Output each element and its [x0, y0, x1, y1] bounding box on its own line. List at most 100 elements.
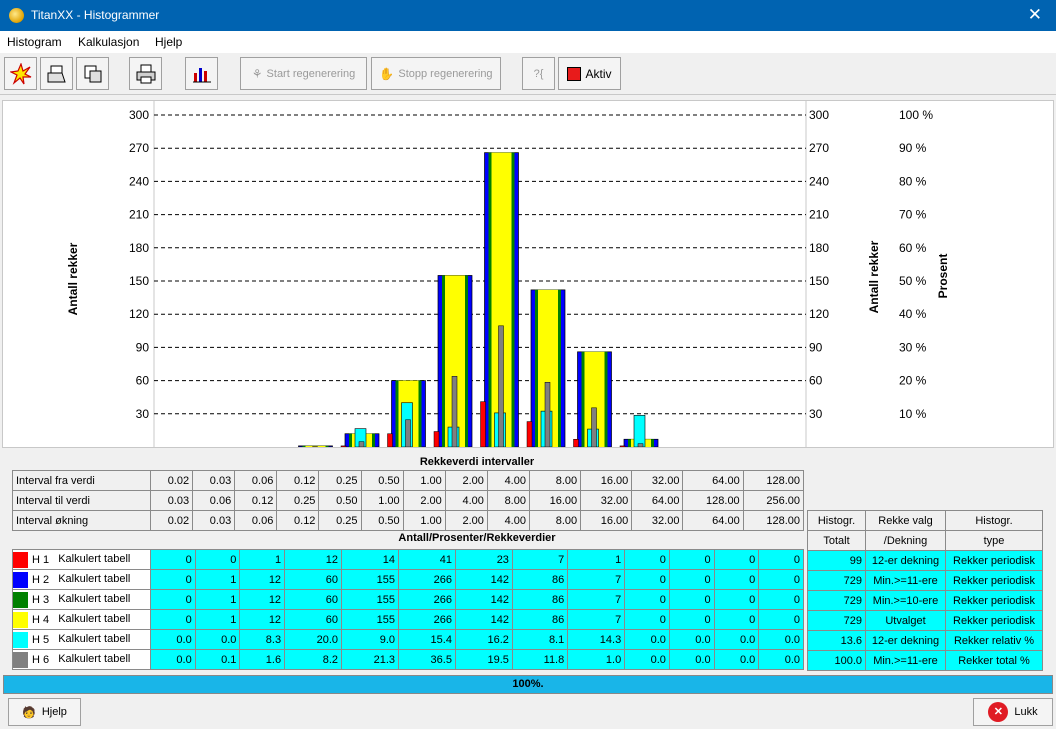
percent-tick-label: 40 %	[899, 307, 927, 321]
data-cell: 0	[668, 569, 715, 590]
data-cell: 19.5	[454, 649, 513, 670]
summary-row[interactable]: 729 Min.>=10-ere Rekker periodisk	[807, 590, 1043, 611]
series-color-swatch	[13, 591, 28, 608]
row-id: H 6	[32, 653, 50, 666]
interval-cell: 2.00	[402, 490, 446, 511]
type-cell: Rekker periodisk	[945, 590, 1043, 611]
menu-hjelp[interactable]: Hjelp	[155, 35, 182, 49]
interval-cell: 16.00	[580, 510, 633, 531]
interval-cell: 0.03	[149, 490, 194, 511]
y-axis-label-right: Antall rekker	[867, 240, 881, 313]
data-cell: 0	[713, 569, 760, 590]
y-tick-label-right: 30	[809, 407, 823, 421]
menu-histogram[interactable]: Histogram	[7, 35, 62, 49]
data-cell: 1	[194, 589, 241, 610]
interval-cell: 128.00	[742, 510, 805, 531]
table-row[interactable]: H 3 Kalkulert tabell 0 1 12 60 155 266 142 86 7 0 0…	[12, 589, 804, 610]
table-row[interactable]: H 2 Kalkulert tabell 0 1 12 60 155 266 142 86 7 0 0…	[12, 569, 804, 590]
data-cell: 0	[194, 549, 241, 570]
data-cell: 86	[511, 569, 569, 590]
interval-cell: 1.00	[402, 470, 446, 491]
data-cell: 7	[567, 589, 626, 610]
bar-h6-0.25-0.50	[451, 376, 458, 448]
percent-tick-label: 60 %	[899, 241, 927, 255]
data-cell: 12	[239, 609, 286, 630]
close-button[interactable]: ✕ Lukk	[973, 698, 1053, 726]
interval-cell: 1.00	[402, 510, 446, 531]
help-person-icon: 🧑	[22, 706, 36, 719]
summary-row[interactable]: 13.6 12-er dekning Rekker relativ %	[807, 630, 1043, 651]
y-tick-label-left: 270	[129, 141, 149, 155]
menu-kalkulasjon[interactable]: Kalkulasjon	[78, 35, 139, 49]
row-id: H 3	[32, 593, 50, 606]
type-header: type	[945, 530, 1043, 551]
interval-cell: 32.00	[631, 470, 684, 491]
data-cell: 8.1	[511, 629, 569, 650]
data-cell: 0	[624, 589, 670, 610]
interval-cell: 0.25	[318, 470, 362, 491]
bar-h6-4.00-8.00	[637, 443, 644, 448]
data-cell: 155	[341, 589, 399, 610]
start-regenerering-button[interactable]: ⚘ Start regenerering	[240, 57, 367, 90]
interval-row: Interval økning 0.02 0.03 0.06 0.12 0.25 0.50 1…	[12, 510, 805, 531]
row-name: Kalkulert tabell	[58, 573, 131, 586]
table-row[interactable]: H 5 Kalkulert tabell 0.0 0.0 8.3 20.0 9.0 15.4…	[12, 629, 804, 650]
bar-h6-0.06-0.12	[358, 441, 365, 448]
data-cell: 1	[194, 569, 241, 590]
interval-cell: 8.00	[528, 470, 582, 491]
interval-cell: 1.00	[360, 490, 404, 511]
close-icon[interactable]: ✕	[1028, 5, 1042, 25]
data-cell: 0	[624, 609, 670, 630]
bar-h6-0.50-1.00	[498, 325, 504, 448]
y-axis-label-left: Antall rekker	[66, 242, 80, 315]
data-cell: 0	[150, 589, 196, 610]
interval-row: Interval fra verdi 0.02 0.03 0.06 0.12 0.25 0.…	[12, 470, 805, 491]
new-histogram-button[interactable]	[4, 57, 37, 90]
interval-cell: 8.00	[486, 490, 530, 511]
bar-h1-0.25-0.50	[433, 431, 440, 448]
hand-icon: ✋	[379, 66, 395, 81]
total-cell: 729	[807, 610, 866, 631]
table-row[interactable]: H 1 Kalkulert tabell 0 0 1 12 14 41 23 7 1 0 0 0 0	[12, 549, 804, 570]
title-bar: TitanXX - Histogrammer ✕	[0, 0, 1056, 31]
interval-cell: 256.00	[742, 490, 805, 511]
help-button[interactable]: 🧑 Hjelp	[8, 698, 81, 726]
stopp-regenerering-button[interactable]: ✋ Stopp regenerering	[371, 57, 501, 90]
y-tick-label-left: 90	[136, 340, 150, 354]
chart-panel: 30 30 10 % 60 60 20 % 90 90 30 % 120 120 40 % 150 150…	[2, 100, 1054, 448]
print-button[interactable]	[129, 57, 162, 90]
y-tick-label-right: 150	[809, 274, 829, 288]
summary-row[interactable]: 100.0 Min.>=11-ere Rekker total %	[807, 650, 1043, 671]
data-cell: 0	[713, 589, 760, 610]
aktiv-label: Aktiv	[585, 66, 612, 81]
data-cell: 1.0	[567, 649, 626, 670]
table-row[interactable]: H 6 Kalkulert tabell 0.0 0.1 1.6 8.2 21.3 36.5…	[12, 649, 804, 670]
interval-cell: 8.00	[528, 510, 582, 531]
data-cell: 142	[454, 609, 513, 630]
y-tick-label-right: 240	[809, 174, 829, 188]
summary-row[interactable]: 729 Utvalget Rekker periodisk	[807, 610, 1043, 631]
y-tick-label-left: 30	[136, 407, 150, 421]
dekning-header: /Dekning	[865, 530, 946, 551]
interval-cell: 0.03	[192, 510, 236, 531]
aktiv-button[interactable]: Aktiv	[558, 57, 621, 90]
table-row[interactable]: H 4 Kalkulert tabell 0 1 12 60 155 266 142 86 7 0 0…	[12, 609, 804, 630]
chart-button[interactable]	[185, 57, 218, 90]
window-title: TitanXX - Histogrammer	[31, 8, 160, 22]
data-cell: 14.3	[567, 629, 626, 650]
help-context-icon: ?{	[533, 67, 544, 80]
intervals-header: Rekkeverdi intervaller	[419, 456, 535, 468]
help-context-button[interactable]: ?{	[522, 57, 555, 90]
data-cell: 0.0	[713, 629, 760, 650]
data-cell: 0	[150, 549, 196, 570]
progress-bar: 100%.	[3, 675, 1053, 694]
interval-row-label: Interval økning	[12, 510, 151, 531]
interval-cell: 2.00	[444, 470, 488, 491]
open-button[interactable]	[40, 57, 73, 90]
percent-tick-label: 20 %	[899, 374, 927, 388]
summary-row[interactable]: 729 Min.>=11-ere Rekker periodisk	[807, 570, 1043, 591]
data-cell: 0	[150, 609, 196, 630]
start-regenerering-label: Start regenerering	[266, 67, 356, 80]
save-button[interactable]	[76, 57, 109, 90]
summary-row[interactable]: 99 12-er dekning Rekker periodisk	[807, 550, 1043, 571]
